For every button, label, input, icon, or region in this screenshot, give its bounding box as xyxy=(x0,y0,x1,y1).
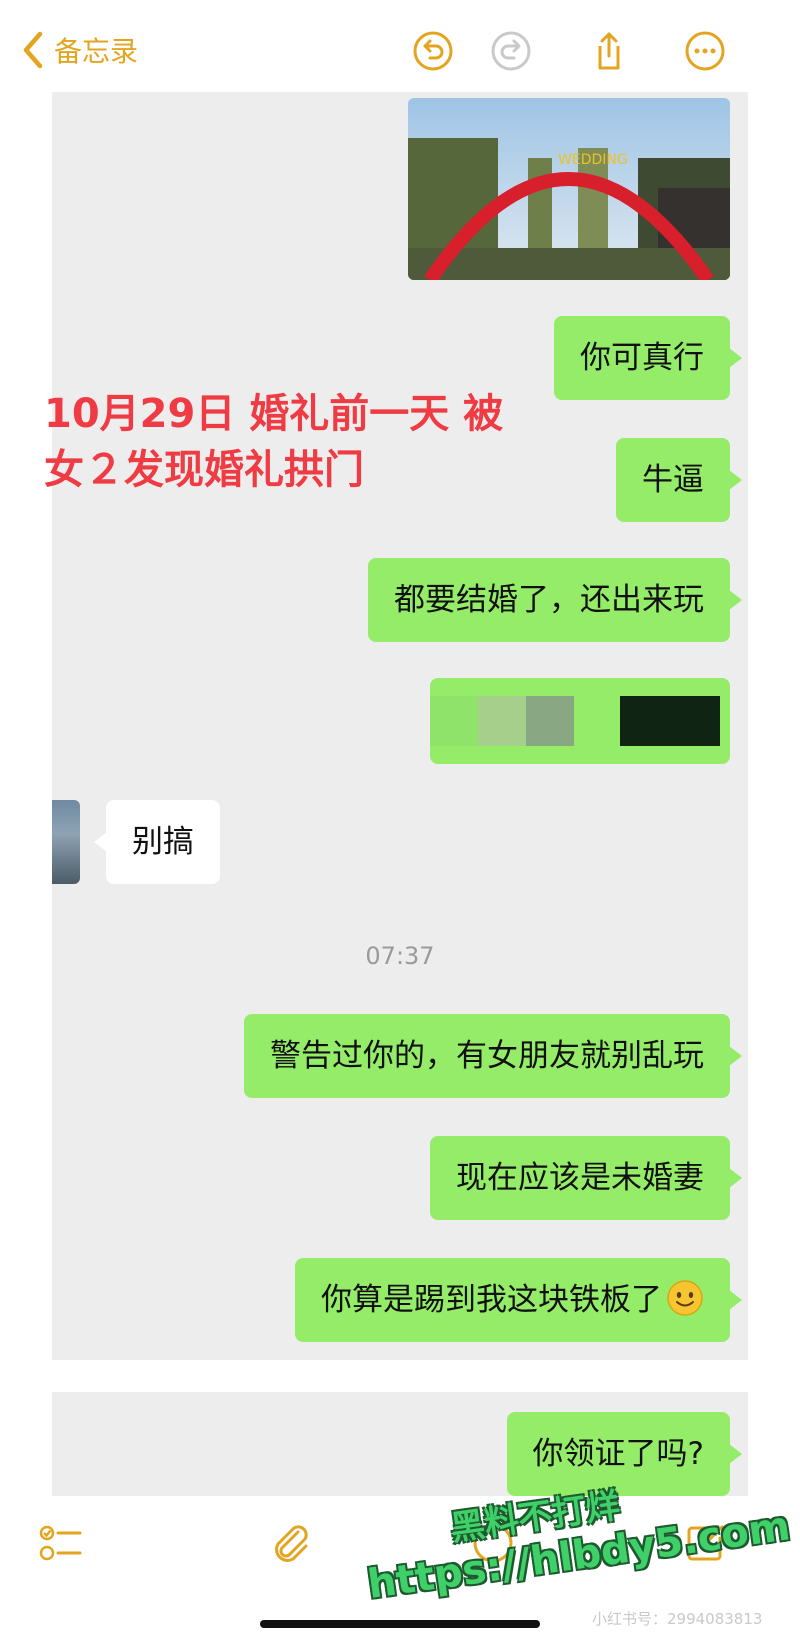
home-indicator xyxy=(260,1620,540,1628)
chevron-left-icon xyxy=(23,31,43,69)
back-button[interactable]: 备忘录 xyxy=(20,30,138,70)
smile-emoji-icon xyxy=(667,1280,703,1316)
redo-icon[interactable] xyxy=(490,30,532,72)
checklist-icon[interactable] xyxy=(38,1520,84,1566)
chat-message[interactable]: 现在应该是未婚妻 xyxy=(430,1136,742,1220)
undo-icon[interactable] xyxy=(412,30,454,72)
back-label: 备忘录 xyxy=(54,35,139,68)
chat-message[interactable]: 警告过你的，有女朋友就别乱玩 xyxy=(244,1014,742,1098)
chat-message[interactable]: 都要结婚了，还出来玩 xyxy=(368,558,742,642)
caption-overlay: 10月29日 婚礼前一天 被 女２发现婚礼拱门 xyxy=(44,386,503,498)
caption-line-2: 女２发现婚礼拱门 xyxy=(44,447,364,493)
redacted-message[interactable] xyxy=(430,678,730,764)
caption-line-1: 10月29日 婚礼前一天 被 xyxy=(44,391,504,437)
chat-message-text: 你算是踢到我这块铁板了 xyxy=(321,1282,662,1318)
contact-avatar[interactable] xyxy=(52,800,80,884)
arch-text: WEDDING xyxy=(558,152,628,168)
attachment-icon[interactable] xyxy=(268,1520,314,1566)
chat-timestamp: 07:37 xyxy=(365,942,435,970)
chat-message[interactable]: 牛逼 xyxy=(616,438,742,522)
notes-toolbar: 备忘录 xyxy=(0,0,800,100)
chat-message[interactable]: 你算是踢到我这块铁板了 xyxy=(295,1258,742,1342)
source-tag: 小红书号：2994083813 xyxy=(592,1610,763,1628)
share-icon[interactable] xyxy=(588,30,630,72)
chat-message[interactable]: 你可真行 xyxy=(554,316,742,400)
more-icon[interactable] xyxy=(684,30,726,72)
wedding-arch-photo[interactable]: WEDDING xyxy=(408,98,730,280)
chat-message-incoming[interactable]: 别搞 xyxy=(94,800,220,884)
